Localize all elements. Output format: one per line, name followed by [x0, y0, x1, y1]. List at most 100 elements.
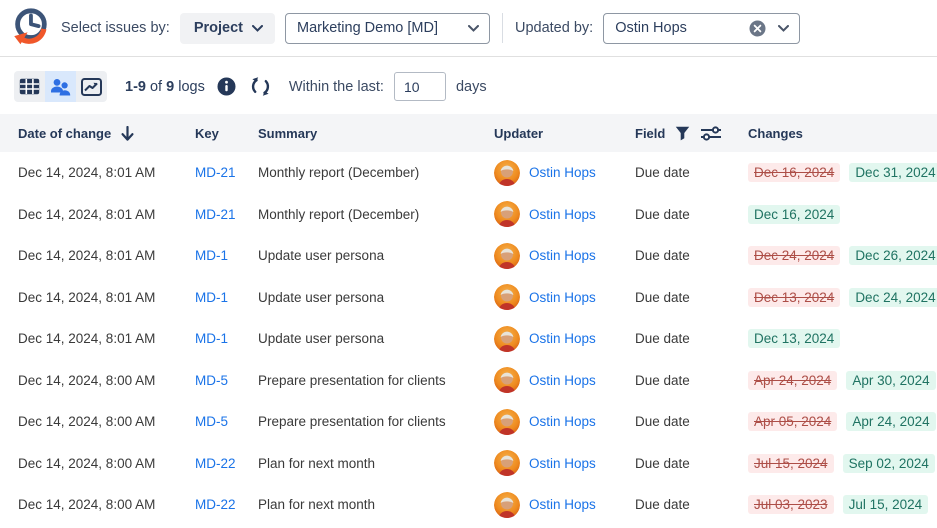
summary-cell: Update user persona	[258, 331, 494, 346]
column-header-updater: Updater	[494, 126, 635, 141]
field-cell: Due date	[635, 290, 748, 305]
clear-selection-icon[interactable]	[749, 20, 766, 37]
column-header-field-label: Field	[635, 126, 665, 141]
divider	[502, 13, 503, 43]
new-value-badge: Apr 30, 2024	[846, 371, 935, 390]
date-of-change-cell: Dec 14, 2024, 8:01 AM	[18, 248, 195, 263]
user-avatar	[494, 160, 520, 186]
updater-name-link[interactable]: Ostin Hops	[529, 497, 596, 512]
table-row: Dec 14, 2024, 8:01 AM MD-21 Monthly repo…	[0, 194, 937, 236]
summary-cell: Prepare presentation for clients	[258, 373, 494, 388]
column-header-summary-label: Summary	[258, 126, 317, 141]
issue-key-link[interactable]: MD-5	[195, 414, 228, 429]
updater-name-link[interactable]: Ostin Hops	[529, 290, 596, 305]
table-row: Dec 14, 2024, 8:01 AM MD-21 Monthly repo…	[0, 152, 937, 194]
logs-of: of	[146, 79, 166, 95]
table-view-button[interactable]	[14, 71, 45, 102]
refresh-icon	[250, 76, 271, 97]
date-of-change-cell: Dec 14, 2024, 8:01 AM	[18, 290, 195, 305]
select-issues-by-label: Select issues by:	[61, 20, 170, 36]
new-value-badge: Dec 24, 2024	[849, 288, 937, 307]
summary-cell: Monthly report (December)	[258, 165, 494, 180]
user-avatar	[494, 284, 520, 310]
updater-name-link[interactable]: Ostin Hops	[529, 331, 596, 346]
updater-cell: Ostin Hops	[494, 450, 635, 476]
table-row: Dec 14, 2024, 8:01 AM MD-1 Update user p…	[0, 235, 937, 277]
date-of-change-cell: Dec 14, 2024, 8:01 AM	[18, 331, 195, 346]
old-value-badge: Apr 05, 2024	[748, 412, 837, 431]
issue-key-link[interactable]: MD-5	[195, 373, 228, 388]
days-input[interactable]	[394, 72, 446, 101]
filter-funnel-icon[interactable]	[675, 126, 690, 141]
summary-cell: Update user persona	[258, 248, 494, 263]
refresh-button[interactable]	[249, 75, 273, 99]
new-value-badge: Sep 02, 2024	[843, 454, 935, 473]
changes-cell: Dec 16, 2024	[748, 205, 937, 224]
users-view-button[interactable]	[45, 71, 76, 102]
field-cell: Due date	[635, 207, 748, 222]
new-value-badge: Dec 31, 2024	[849, 163, 937, 182]
field-cell: Due date	[635, 373, 748, 388]
days-label: days	[456, 79, 487, 95]
info-button[interactable]	[215, 75, 239, 99]
old-value-badge: Jul 03, 2023	[748, 495, 834, 514]
info-icon	[217, 77, 236, 96]
table-row: Dec 14, 2024, 8:01 AM MD-1 Update user p…	[0, 277, 937, 319]
field-cell: Due date	[635, 331, 748, 346]
column-header-date[interactable]: Date of change	[18, 126, 195, 141]
chevron-down-icon	[468, 25, 479, 32]
app-logo-clock-icon	[9, 6, 51, 50]
top-filter-bar: Select issues by: Project Marketing Demo…	[0, 0, 937, 56]
table-row: Dec 14, 2024, 8:01 AM MD-1 Update user p…	[0, 318, 937, 360]
updated-by-select[interactable]: Ostin Hops	[603, 13, 800, 44]
user-avatar	[494, 243, 520, 269]
issue-key-link[interactable]: MD-1	[195, 331, 228, 346]
chart-view-button[interactable]	[76, 71, 107, 102]
old-value-badge: Dec 24, 2024	[748, 246, 840, 265]
trend-chart-icon	[81, 78, 102, 96]
scope-select[interactable]: Project	[180, 13, 275, 44]
date-of-change-cell: Dec 14, 2024, 8:00 AM	[18, 414, 195, 429]
chevron-down-icon[interactable]	[778, 25, 789, 32]
issue-key-link[interactable]: MD-21	[195, 207, 236, 222]
new-value-badge: Apr 24, 2024	[846, 412, 935, 431]
updater-cell: Ostin Hops	[494, 284, 635, 310]
updater-name-link[interactable]: Ostin Hops	[529, 248, 596, 263]
updater-cell: Ostin Hops	[494, 160, 635, 186]
updater-name-link[interactable]: Ostin Hops	[529, 207, 596, 222]
user-avatar	[494, 492, 520, 518]
issue-key-link[interactable]: MD-1	[195, 248, 228, 263]
updater-cell: Ostin Hops	[494, 367, 635, 393]
issue-key-link[interactable]: MD-22	[195, 497, 236, 512]
updater-name-link[interactable]: Ostin Hops	[529, 456, 596, 471]
changes-cell: Apr 05, 2024 Apr 24, 2024	[748, 412, 937, 431]
table-header-row: Date of change Key Summary Updater Field	[0, 114, 937, 152]
field-cell: Due date	[635, 165, 748, 180]
field-cell: Due date	[635, 414, 748, 429]
updater-name-link[interactable]: Ostin Hops	[529, 414, 596, 429]
table-row: Dec 14, 2024, 8:00 AM MD-5 Prepare prese…	[0, 360, 937, 402]
new-value-badge: Dec 26, 2024	[849, 246, 937, 265]
issue-key-link[interactable]: MD-21	[195, 165, 236, 180]
new-value-badge: Dec 13, 2024	[748, 329, 840, 348]
issue-key-link[interactable]: MD-1	[195, 290, 228, 305]
filter-settings-icon[interactable]	[700, 126, 722, 141]
summary-cell: Plan for next month	[258, 497, 494, 512]
table-row: Dec 14, 2024, 8:00 AM MD-22 Plan for nex…	[0, 443, 937, 485]
changes-cell: Dec 16, 2024 Dec 31, 2024	[748, 163, 937, 182]
new-value-badge: Jul 15, 2024	[843, 495, 929, 514]
scope-select-value: Project	[194, 20, 243, 36]
users-icon	[50, 78, 71, 96]
updater-cell: Ostin Hops	[494, 409, 635, 435]
updater-cell: Ostin Hops	[494, 201, 635, 227]
changes-cell: Dec 13, 2024	[748, 329, 937, 348]
chevron-down-icon	[252, 25, 263, 32]
project-select[interactable]: Marketing Demo [MD]	[285, 13, 490, 44]
summary-cell: Prepare presentation for clients	[258, 414, 494, 429]
column-header-summary: Summary	[258, 126, 494, 141]
user-avatar	[494, 409, 520, 435]
updater-name-link[interactable]: Ostin Hops	[529, 165, 596, 180]
old-value-badge: Dec 13, 2024	[748, 288, 840, 307]
issue-key-link[interactable]: MD-22	[195, 456, 236, 471]
updater-name-link[interactable]: Ostin Hops	[529, 373, 596, 388]
